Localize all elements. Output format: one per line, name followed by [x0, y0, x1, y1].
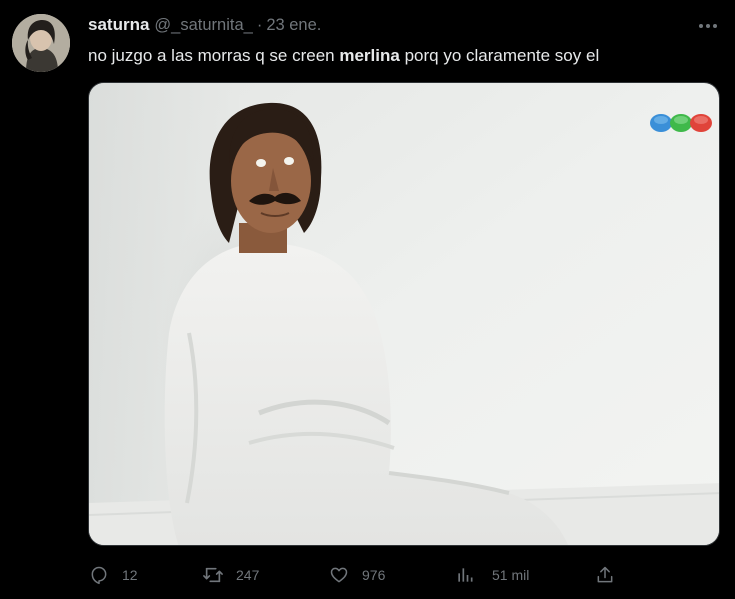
media-image: [89, 83, 719, 545]
reply-count: 12: [122, 567, 138, 583]
tweet-header: saturna @_saturnita_ · 23 ene.: [88, 15, 321, 37]
avatar[interactable]: [12, 14, 70, 72]
like-button[interactable]: 976: [328, 562, 385, 588]
retweet-count: 247: [236, 567, 260, 583]
tweet-text-end: porq yo claramente soy el: [399, 46, 600, 65]
like-count: 976: [362, 567, 386, 583]
tweet: saturna @_saturnita_ · 23 ene. no juzgo …: [0, 0, 735, 599]
share-icon: [594, 564, 616, 586]
retweet-icon: [202, 564, 224, 586]
views-button[interactable]: 51 mil: [454, 562, 529, 588]
views-icon: [454, 564, 476, 586]
tweet-media[interactable]: [88, 82, 720, 546]
more-icon[interactable]: [697, 16, 719, 36]
avatar-image: [12, 14, 70, 72]
retweet-button[interactable]: 247: [202, 562, 259, 588]
display-name[interactable]: saturna: [88, 15, 149, 35]
reply-button[interactable]: 12: [88, 562, 138, 588]
user-handle[interactable]: @_saturnita_: [154, 16, 252, 35]
separator-dot: ·: [256, 16, 263, 34]
tweet-text-bold: merlina: [339, 46, 400, 65]
tweet-actions: 12 247 976 51 mil: [88, 562, 628, 588]
tweet-date[interactable]: 23 ene.: [266, 16, 321, 35]
heart-icon: [328, 564, 350, 586]
share-button[interactable]: [594, 562, 616, 588]
tweet-text: no juzgo a las morras q se creen merlina…: [88, 44, 599, 68]
reply-icon: [88, 564, 110, 586]
tweet-text-start: no juzgo a las morras q se creen: [88, 46, 340, 65]
views-count: 51 mil: [492, 567, 530, 583]
